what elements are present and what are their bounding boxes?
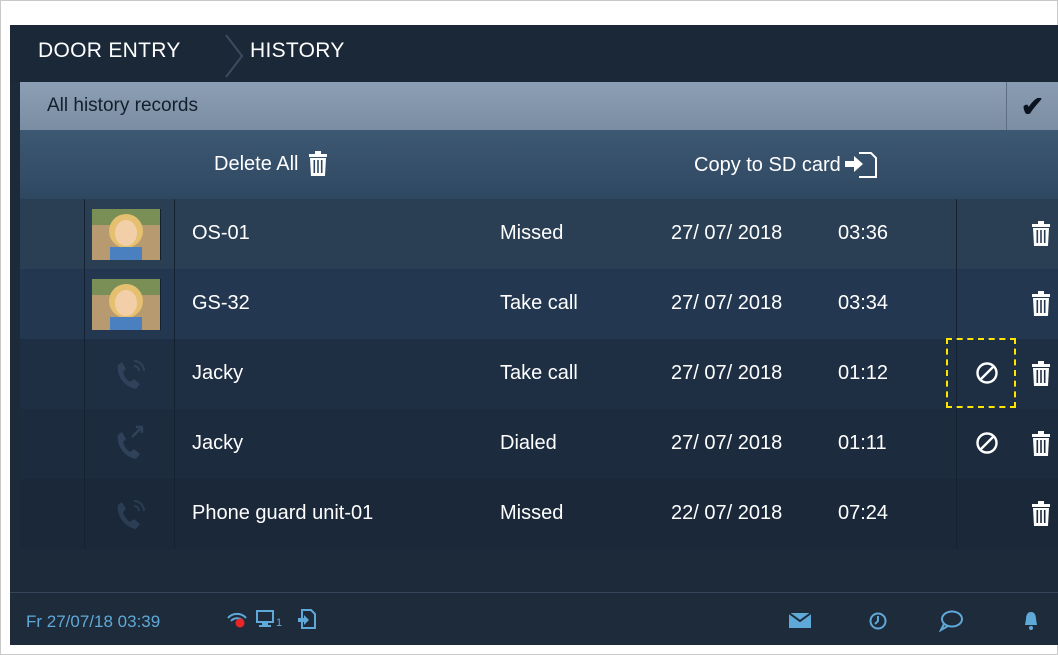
record-status: Take call xyxy=(500,362,578,384)
delete-all-label: Delete All xyxy=(214,152,299,175)
history-row[interactable]: OS-01 Missed 27/ 07/ 2018 03:36 xyxy=(20,199,1058,269)
row-lead-cell xyxy=(20,479,85,549)
breadcrumb-root[interactable]: DOOR ENTRY xyxy=(38,39,181,63)
history-filter-bar[interactable]: All history records ✔ xyxy=(20,82,1058,130)
record-time: 03:36 xyxy=(838,222,889,244)
history-row[interactable]: Jacky Dialed 27/ 07/ 2018 01:11 xyxy=(20,409,1058,479)
block-number-icon[interactable] xyxy=(975,431,999,455)
history-row[interactable]: Jacky Take call 27/ 07/ 2018 01:12 xyxy=(20,339,1058,409)
sd-card-copy-icon xyxy=(844,152,877,178)
action-bar: Delete All Copy to SD card xyxy=(20,130,1058,199)
copy-to-sd-button[interactable]: Copy to SD card xyxy=(694,151,878,179)
record-date: 27/ 07/ 2018 xyxy=(671,292,783,314)
record-name: GS-32 xyxy=(192,292,250,314)
row-divider xyxy=(956,199,957,269)
outgoing-call-icon xyxy=(117,425,144,459)
check-icon: ✔ xyxy=(1020,90,1045,122)
record-date: 27/ 07/ 2018 xyxy=(671,362,783,384)
row-lead-cell xyxy=(20,199,85,269)
title-bar: DOOR ENTRY HISTORY xyxy=(10,25,1058,82)
row-divider xyxy=(956,409,957,479)
breadcrumb-separator-icon xyxy=(225,34,244,78)
row-lead-cell xyxy=(20,269,85,339)
record-name: OS-01 xyxy=(192,222,250,244)
row-divider xyxy=(174,479,175,549)
row-divider xyxy=(174,339,175,409)
record-name: Jacky xyxy=(192,362,244,384)
breadcrumb-current: HISTORY xyxy=(250,39,345,62)
confirm-button[interactable]: ✔ xyxy=(1006,82,1058,130)
status-bar: Fr 27/07/18 03:39 1 xyxy=(10,592,1058,645)
monitor-index: 1 xyxy=(276,617,283,629)
row-lead-cell xyxy=(20,339,85,409)
row-divider xyxy=(956,269,957,339)
history-filter-label: All history records xyxy=(47,95,198,116)
trash-icon xyxy=(308,151,327,176)
copy-to-sd-label: Copy to SD card xyxy=(694,153,841,176)
history-row[interactable]: Phone guard unit-01 Missed 22/ 07/ 2018 … xyxy=(20,479,1058,549)
record-name: Jacky xyxy=(192,432,244,454)
chat-icon[interactable] xyxy=(939,610,963,632)
incoming-call-icon xyxy=(117,360,145,389)
record-time: 01:12 xyxy=(838,362,889,384)
delete-record-icon[interactable] xyxy=(1030,291,1052,317)
incoming-call-icon xyxy=(117,500,145,529)
record-status: Dialed xyxy=(500,432,557,454)
history-clock-icon[interactable] xyxy=(868,611,888,631)
panel-screen: DOOR ENTRY HISTORY All history records ✔… xyxy=(10,25,1058,645)
history-row[interactable]: GS-32 Take call 27/ 07/ 2018 03:34 xyxy=(20,269,1058,339)
visitor-photo-thumbnail xyxy=(92,209,161,260)
row-lead-cell xyxy=(20,409,85,479)
row-divider xyxy=(956,479,957,549)
record-date: 27/ 07/ 2018 xyxy=(671,222,783,244)
delete-all-button[interactable]: Delete All xyxy=(214,151,329,177)
row-divider xyxy=(174,199,175,269)
record-status: Missed xyxy=(500,502,564,524)
delete-record-icon[interactable] xyxy=(1030,361,1052,387)
sd-card-icon xyxy=(298,609,316,629)
bell-icon[interactable] xyxy=(1023,611,1039,631)
record-status: Missed xyxy=(500,222,564,244)
record-name: Phone guard unit-01 xyxy=(192,502,374,524)
status-datetime: Fr 27/07/18 03:39 xyxy=(26,612,161,631)
delete-record-icon[interactable] xyxy=(1030,501,1052,527)
delete-record-icon[interactable] xyxy=(1030,431,1052,457)
row-divider xyxy=(174,269,175,339)
delete-record-icon[interactable] xyxy=(1030,221,1052,247)
visitor-photo-thumbnail xyxy=(92,279,161,330)
row-divider xyxy=(174,409,175,479)
record-date: 27/ 07/ 2018 xyxy=(671,432,783,454)
record-status: Take call xyxy=(500,292,578,314)
record-time: 03:34 xyxy=(838,292,889,314)
record-time: 07:24 xyxy=(838,502,889,524)
record-time: 01:11 xyxy=(838,432,887,454)
message-icon[interactable] xyxy=(789,613,811,628)
record-date: 22/ 07/ 2018 xyxy=(671,502,783,524)
highlight-box xyxy=(946,338,1016,408)
wifi-alarm-icon xyxy=(227,612,247,628)
